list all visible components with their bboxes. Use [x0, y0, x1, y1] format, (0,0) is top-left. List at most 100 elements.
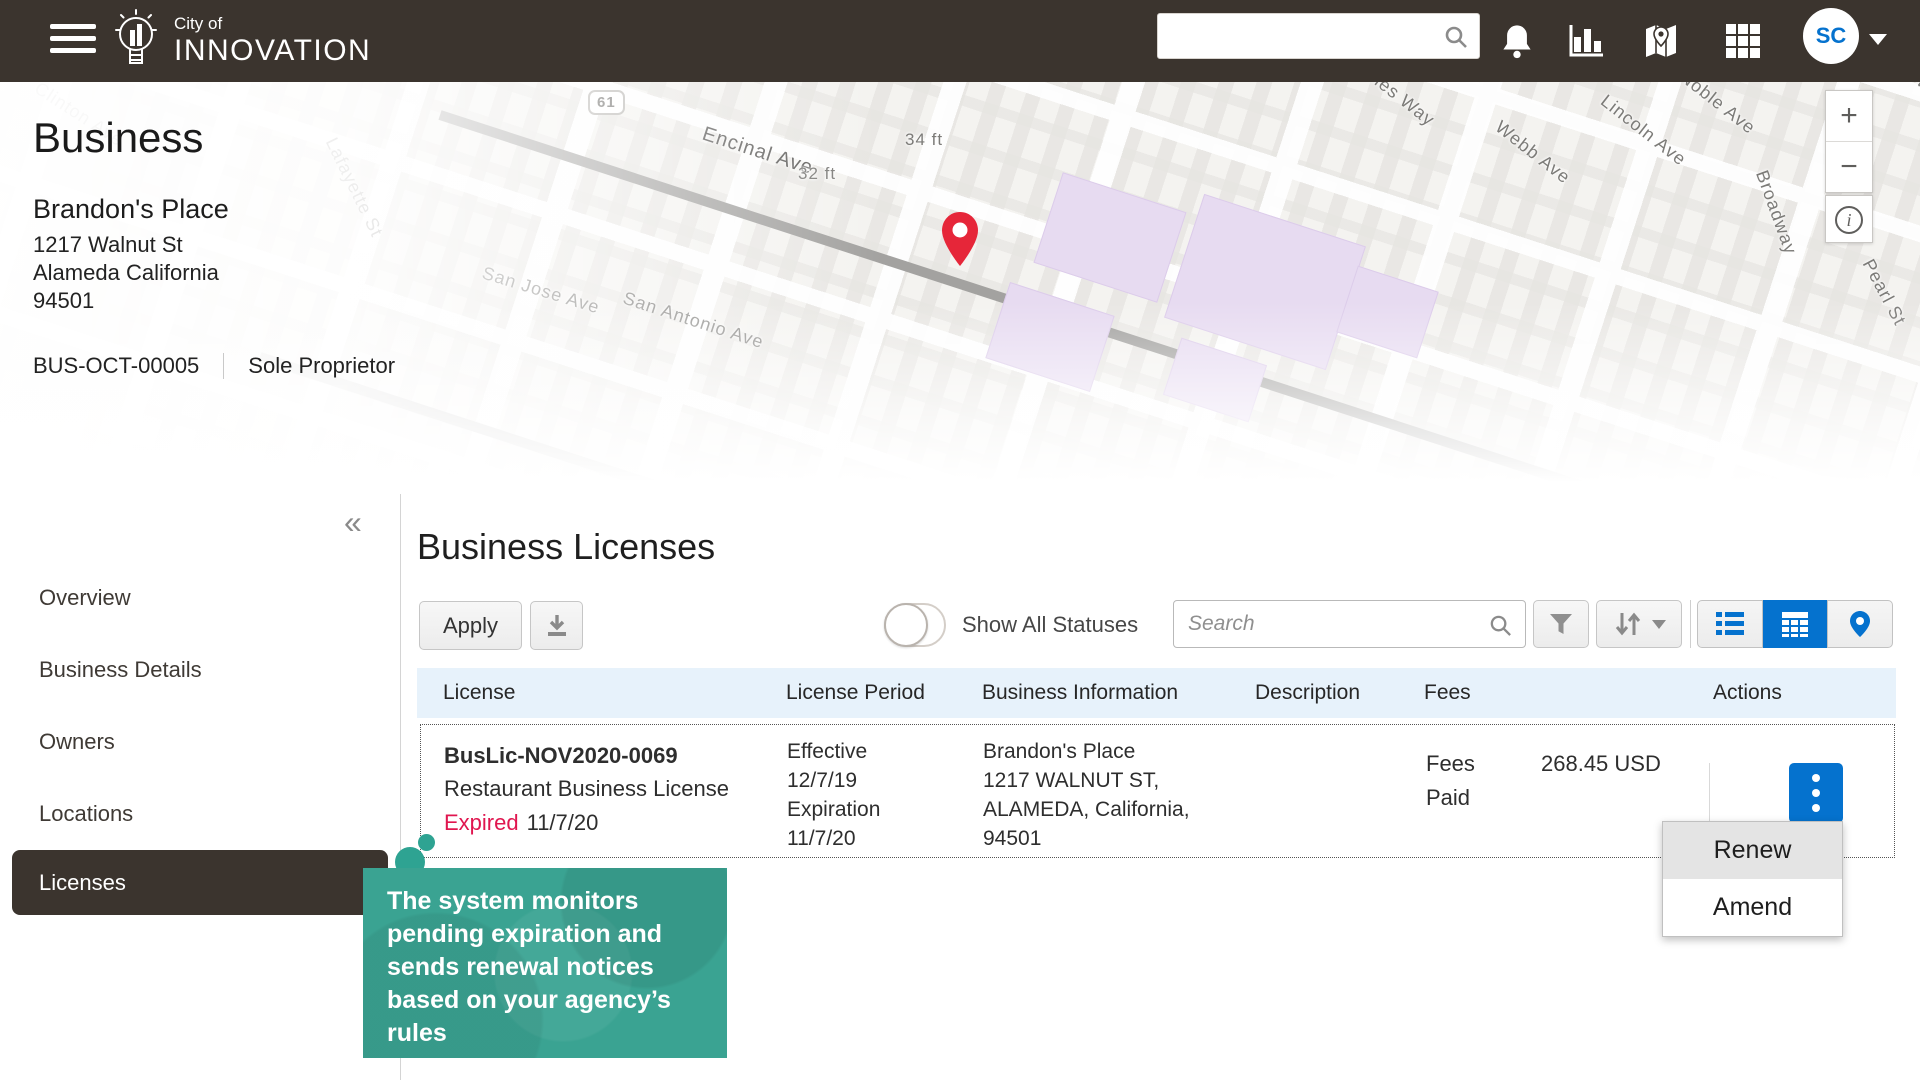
menu-item-label: Amend	[1713, 893, 1792, 922]
zoom-out-button[interactable]: −	[1826, 142, 1872, 192]
address-line: 94501	[33, 287, 395, 315]
row-address-line: ALAMEDA, California,	[983, 795, 1190, 824]
column-header-fees: Fees	[1424, 681, 1471, 705]
hamburger-menu-icon[interactable]	[50, 24, 96, 58]
sidebar-item-owners[interactable]: Owners	[0, 706, 400, 778]
sidebar-item-label: Owners	[39, 729, 115, 755]
menu-item-renew[interactable]: Renew	[1663, 822, 1842, 879]
actions-menu: Renew Amend	[1662, 821, 1843, 937]
row-actions-kebab-button[interactable]	[1789, 763, 1843, 823]
page-title: Business Licenses	[417, 526, 715, 568]
table-header: License License Period Business Informat…	[417, 668, 1896, 718]
expiration-date: 11/7/20	[787, 824, 880, 853]
app-logo: City of INNOVATION	[108, 6, 371, 74]
map-view-button[interactable]	[1827, 600, 1893, 648]
tooltip-text: The system monitors pending expiration a…	[387, 887, 671, 1047]
global-search-input[interactable]	[1168, 14, 1438, 58]
fees-amount: 268.45 USD	[1541, 747, 1661, 781]
global-search	[1157, 13, 1480, 59]
sort-arrows-icon	[1613, 610, 1643, 638]
fees-status-cell: Fees Paid	[1426, 747, 1475, 815]
show-all-statuses-toggle[interactable]	[884, 603, 946, 647]
zoom-in-button[interactable]: +	[1826, 91, 1872, 141]
sidebar-item-overview[interactable]: Overview	[0, 562, 400, 634]
sort-caret-icon	[1652, 620, 1666, 629]
sidebar-item-business-details[interactable]: Business Details	[0, 634, 400, 706]
business-type: Sole Proprietor	[248, 353, 395, 379]
download-icon	[544, 613, 570, 639]
map-explorer-icon[interactable]	[1636, 16, 1686, 66]
list-view-button[interactable]	[1697, 600, 1763, 648]
apply-button-label: Apply	[443, 613, 498, 639]
table-search-input[interactable]	[1188, 601, 1478, 647]
row-address-line: 94501	[983, 824, 1190, 853]
table-search	[1173, 600, 1526, 648]
business-license-page: 61 Encinal Ave San Antonio Ave San Jose …	[0, 0, 1920, 1080]
effective-label: Effective	[787, 737, 880, 766]
effective-date: 12/7/19	[787, 766, 880, 795]
avatar-initials: SC	[1816, 23, 1847, 49]
business-name: Brandon's Place	[33, 194, 395, 225]
business-record-id: BUS-OCT-00005	[33, 353, 199, 379]
fees-label: Fees	[1426, 747, 1475, 781]
apply-button[interactable]: Apply	[419, 601, 522, 650]
address-line: Alameda California	[33, 259, 395, 287]
address-line: 1217 Walnut St	[33, 231, 395, 259]
license-name: Restaurant Business License	[444, 772, 729, 805]
app-header: City of INNOVATION	[0, 0, 1920, 82]
column-header-license-period: License Period	[786, 681, 925, 705]
account-menu-caret-icon[interactable]	[1869, 34, 1887, 45]
apps-grid-icon[interactable]	[1718, 16, 1768, 66]
sidebar-item-licenses[interactable]: Licenses	[12, 850, 388, 915]
filter-funnel-icon	[1548, 612, 1574, 636]
sidebar-item-label: Locations	[39, 801, 133, 827]
search-icon[interactable]	[1488, 613, 1513, 638]
license-status-line: Expired 11/7/20	[444, 805, 729, 840]
analytics-icon[interactable]	[1562, 16, 1612, 66]
download-button[interactable]	[530, 601, 583, 650]
notifications-bell-icon[interactable]	[1492, 16, 1542, 66]
fees-status: Paid	[1426, 781, 1475, 815]
column-header-license: License	[443, 681, 515, 705]
status-date: 11/7/20	[527, 810, 599, 835]
grid-view-icon	[1780, 610, 1810, 638]
map-zoom-controls: + −	[1825, 90, 1873, 193]
row-business-name: Brandon's Place	[983, 737, 1190, 766]
tooltip-anchor-dot	[418, 834, 435, 851]
sidebar-collapse-button[interactable]: «	[344, 506, 362, 538]
menu-item-label: Renew	[1714, 836, 1792, 865]
lightbulb-logo-icon	[108, 6, 164, 74]
column-header-business-information: Business Information	[982, 681, 1178, 705]
toolbar-divider	[1690, 600, 1691, 648]
divider	[223, 353, 224, 379]
business-information-cell: Brandon's Place 1217 WALNUT ST, ALAMEDA,…	[983, 737, 1190, 853]
sort-button[interactable]	[1596, 600, 1682, 648]
logo-text-bottom: INNOVATION	[174, 36, 371, 66]
row-address-line: 1217 WALNUT ST,	[983, 766, 1190, 795]
sidebar-item-locations[interactable]: Locations	[0, 778, 400, 850]
actions-divider	[1709, 763, 1710, 823]
renewal-tooltip: The system monitors pending expiration a…	[363, 868, 727, 1058]
menu-item-amend[interactable]: Amend	[1663, 879, 1842, 936]
list-view-icon	[1714, 610, 1746, 638]
logo-text-top: City of	[174, 15, 371, 32]
license-period-cell: Effective 12/7/19 Expiration 11/7/20	[787, 737, 880, 853]
sidebar-item-label: Licenses	[39, 870, 126, 896]
filter-button[interactable]	[1533, 600, 1589, 648]
page-section-title: Business	[33, 114, 395, 162]
toggle-knob	[884, 603, 928, 647]
map-info-control[interactable]: i	[1825, 195, 1873, 243]
user-avatar[interactable]: SC	[1803, 8, 1859, 64]
location-pin-icon[interactable]	[938, 210, 982, 273]
info-icon[interactable]: i	[1835, 206, 1863, 234]
business-meta: BUS-OCT-00005 Sole Proprietor	[33, 353, 395, 379]
expiration-label: Expiration	[787, 795, 880, 824]
search-icon[interactable]	[1443, 24, 1469, 50]
sidebar-item-label: Business Details	[39, 657, 202, 683]
status-badge: Expired	[444, 810, 519, 835]
license-cell: BusLic-NOV2020-0069 Restaurant Business …	[444, 739, 729, 840]
business-address: 1217 Walnut St Alameda California 94501	[33, 231, 395, 315]
sidebar-item-label: Overview	[39, 585, 131, 611]
show-all-statuses-label: Show All Statuses	[962, 612, 1138, 638]
grid-view-button[interactable]	[1763, 600, 1827, 648]
